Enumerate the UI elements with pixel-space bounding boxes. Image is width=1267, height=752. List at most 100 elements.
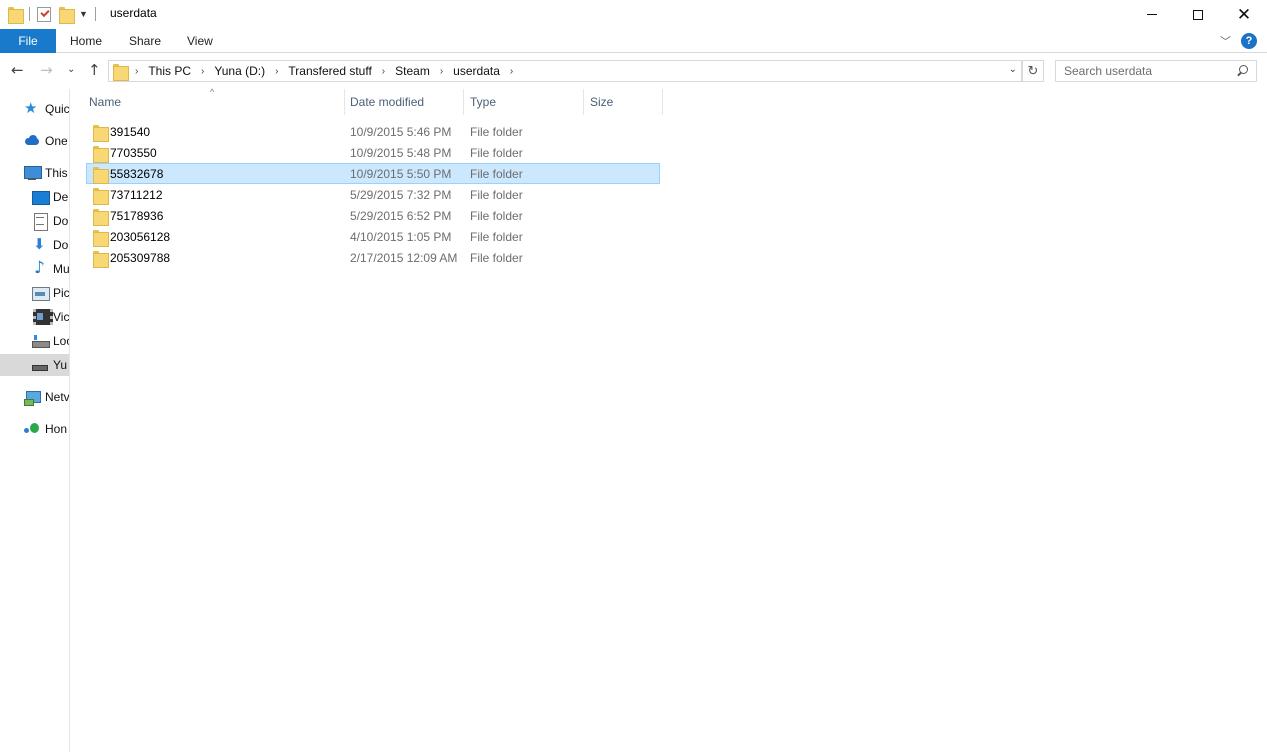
onedrive-cloud-icon [24,133,40,149]
column-header-type[interactable]: Type [470,89,496,115]
downloads-icon [32,235,48,253]
quick-access-toolbar: ▼ [8,4,103,24]
breadcrumb-chevron-icon[interactable]: › [510,66,513,77]
nav-item-label: Yu [53,358,68,372]
up-arrow-icon[interactable]: ↑ [88,61,101,79]
nav-item-desktop[interactable]: De [0,186,69,208]
tab-share[interactable]: Share [129,34,161,48]
music-icon [32,258,48,278]
column-divider[interactable] [662,89,663,115]
forward-arrow-icon[interactable]: → [40,61,53,79]
refresh-button[interactable]: ↻ [1022,60,1044,82]
folder-icon [93,188,109,205]
folder-icon [93,230,109,247]
file-row[interactable]: 391540 10/9/2015 5:46 PM File folder [86,121,660,142]
back-arrow-icon[interactable]: ← [11,61,24,79]
close-icon: ✕ [1236,4,1252,25]
help-icon[interactable]: ? [1241,33,1257,49]
address-bar[interactable]: › This PC › Yuna (D:) › Transfered stuff… [108,60,1022,82]
nav-item-music[interactable]: Mu [0,258,70,280]
minimize-button[interactable] [1129,0,1175,29]
nav-item-this-pc[interactable]: This [0,162,69,184]
properties-icon[interactable] [37,6,51,22]
folder-icon [93,146,109,163]
file-type: File folder [470,146,523,160]
drive-icon [32,357,48,373]
nav-item-quick-access[interactable]: Quic [0,98,70,120]
column-divider[interactable] [463,89,464,115]
tab-home[interactable]: Home [70,34,102,48]
file-row[interactable]: 75178936 5/29/2015 6:52 PM File folder [86,205,660,226]
file-row[interactable]: 73711212 5/29/2015 7:32 PM File folder [86,184,660,205]
search-input[interactable] [1064,64,1234,78]
file-row[interactable]: 205309788 2/17/2015 12:09 AM File folder [86,247,660,268]
search-icon[interactable] [1236,65,1248,77]
nav-item-label: Pic [53,286,70,300]
file-row[interactable]: 7703550 10/9/2015 5:48 PM File folder [86,142,660,163]
refresh-icon: ↻ [1027,63,1039,79]
folder-icon [93,167,109,184]
pictures-icon [32,285,50,301]
file-row-selected[interactable]: 55832678 10/9/2015 5:50 PM File folder [86,163,660,184]
tab-view[interactable]: View [187,34,213,48]
nav-item-homegroup[interactable]: Hon [0,418,69,440]
file-name: 391540 [110,125,151,139]
customize-toolbar-dropdown-icon[interactable]: ▼ [79,9,88,19]
nav-item-local-disk[interactable]: Loc [0,330,69,352]
nav-item-label: Quic [45,102,70,116]
nav-item-label: Vic [53,310,70,324]
column-divider[interactable] [344,89,345,115]
file-type: File folder [470,125,523,139]
nav-item-pictures[interactable]: Pic [0,282,70,304]
column-divider[interactable] [583,89,584,115]
close-button[interactable]: ✕ [1221,0,1267,29]
column-header-size[interactable]: Size [590,89,613,115]
ribbon-tabs: File Home Share View ﹀ ? [0,29,1267,53]
file-row[interactable]: 203056128 4/10/2015 1:05 PM File folder [86,226,660,247]
nav-item-downloads[interactable]: Do [0,234,69,256]
expand-ribbon-chevron-icon[interactable]: ﹀ [1220,33,1231,49]
file-type: File folder [470,167,523,181]
file-name: 205309788 [110,251,171,265]
nav-item-onedrive[interactable]: One [0,130,69,152]
breadcrumb: › This PC › Yuna (D:) › Transfered stuff… [135,64,523,78]
ribbon-right-controls: ﹀ ? [1220,33,1257,49]
nav-item-label: Do [53,238,69,252]
breadcrumb-chevron-icon[interactable]: › [201,66,204,77]
file-date-modified: 2/17/2015 12:09 AM [350,251,458,265]
breadcrumb-chevron-icon[interactable]: › [275,66,278,77]
nav-item-label: Mu [53,262,70,276]
tab-file[interactable]: File [0,29,56,53]
nav-item-videos[interactable]: Vic [0,306,70,328]
sort-ascending-icon: ^ [210,87,215,97]
file-type: File folder [470,251,523,265]
maximize-button[interactable] [1175,0,1221,29]
address-dropdown-chevron-icon[interactable]: ⌄ [1009,64,1017,75]
local-disk-icon [32,333,50,349]
breadcrumb-transfered-stuff[interactable]: Transfered stuff [288,64,371,78]
breadcrumb-chevron-icon[interactable]: › [382,66,385,77]
desktop-icon [32,189,50,205]
file-name: 55832678 [110,167,164,181]
search-box[interactable] [1055,60,1257,82]
breadcrumb-chevron-icon[interactable]: › [440,66,443,77]
folder-icon [93,251,109,268]
new-folder-icon[interactable] [59,6,75,24]
nav-item-yuna-drive[interactable]: Yu [0,354,69,376]
nav-item-network[interactable]: Netv [0,386,69,408]
breadcrumb-userdata[interactable]: userdata [453,64,500,78]
nav-item-label: One [45,134,68,148]
file-type: File folder [470,188,523,202]
this-pc-icon [24,165,42,181]
breadcrumb-steam[interactable]: Steam [395,64,430,78]
folder-icon[interactable] [8,6,24,24]
breadcrumb-this-pc[interactable]: This PC [148,64,191,78]
recent-locations-chevron-icon[interactable]: ⌄ [67,64,75,75]
column-header-date-modified[interactable]: Date modified [350,89,424,115]
column-header-name[interactable]: Name [89,89,121,115]
breadcrumb-yuna-drive[interactable]: Yuna (D:) [214,64,265,78]
breadcrumb-chevron-icon[interactable]: › [135,66,138,77]
folder-icon [93,125,109,142]
nav-item-documents[interactable]: Do [0,210,69,232]
file-name: 73711212 [110,188,163,202]
